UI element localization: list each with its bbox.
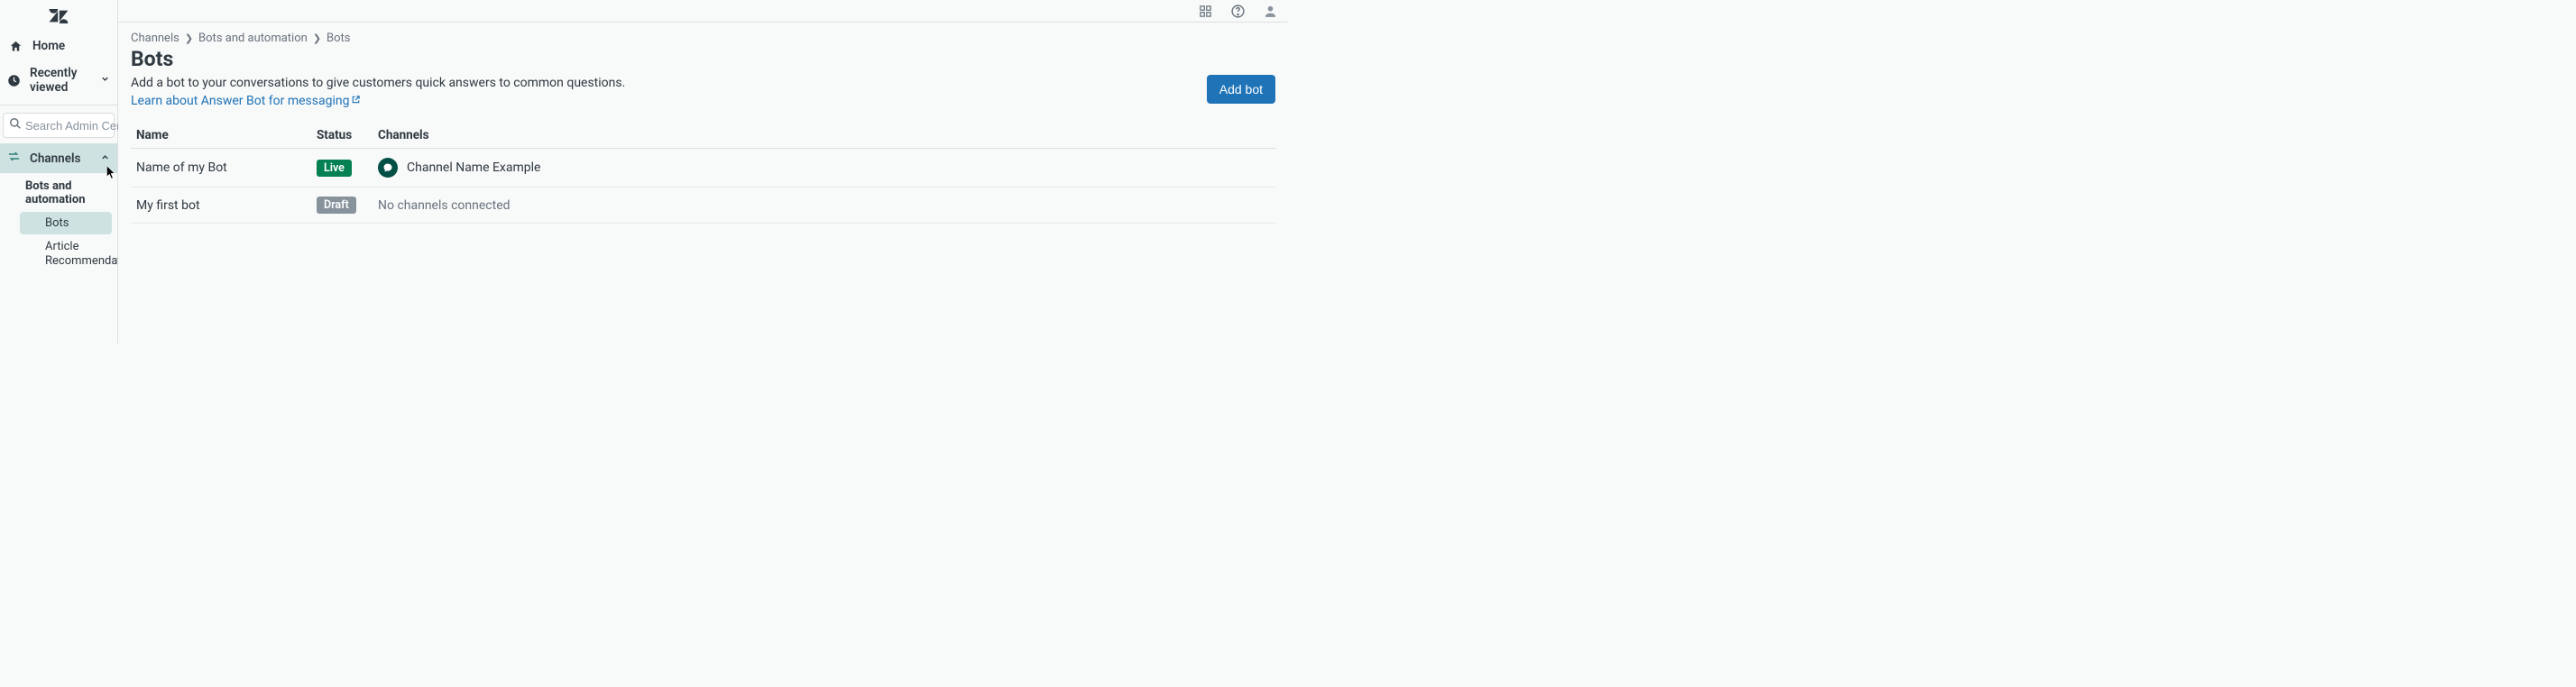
subnav: Bots and automation Bots Article Recomme…: [0, 173, 117, 275]
row-name: Name of my Bot: [131, 160, 317, 175]
table-header: Name Status Channels: [131, 123, 1275, 149]
nav-recent-label: Recently viewed: [30, 66, 91, 95]
chat-icon: [378, 158, 398, 178]
search-box: [3, 113, 115, 138]
zendesk-logo-icon: [49, 9, 69, 23]
home-icon: [7, 40, 23, 53]
table-row[interactable]: Name of my Bot Live Channel Name Example: [131, 149, 1275, 188]
logo: [0, 5, 117, 27]
subnav-heading-bots-automation: Bots and automation: [0, 175, 117, 211]
chevron-down-icon: [100, 73, 110, 87]
breadcrumb: Channels ❯ Bots and automation ❯ Bots: [131, 32, 1275, 45]
desc-text: Add a bot to your conversations to give …: [131, 76, 625, 90]
help-icon[interactable]: [1228, 2, 1247, 20]
nav-home[interactable]: Home: [0, 32, 117, 60]
search-icon: [9, 117, 22, 133]
channel-name: Channel Name Example: [407, 160, 540, 175]
crumb-bots-automation[interactable]: Bots and automation: [198, 32, 308, 45]
clock-icon: [7, 74, 21, 87]
nav-home-label: Home: [32, 39, 65, 53]
topbar: [118, 0, 1288, 23]
status-badge: Live: [317, 160, 352, 177]
no-channels-text: No channels connected: [378, 198, 511, 213]
learn-link[interactable]: Learn about Answer Bot for messaging: [131, 94, 361, 108]
nav-recently-viewed[interactable]: Recently viewed: [0, 60, 117, 101]
col-name: Name: [131, 128, 317, 142]
subnav-item-article-recommendations[interactable]: Article Recommendations: [20, 235, 112, 274]
add-bot-button[interactable]: Add bot: [1207, 75, 1275, 104]
col-status: Status: [317, 128, 378, 142]
chevron-up-icon: [100, 151, 110, 166]
nav-group-channels[interactable]: Channels: [0, 143, 117, 173]
external-link-icon: [351, 93, 361, 111]
main: Channels ❯ Bots and automation ❯ Bots Bo…: [118, 0, 1288, 344]
status-badge: Draft: [317, 197, 356, 214]
crumb-channels[interactable]: Channels: [131, 32, 179, 45]
page-description: Add a bot to your conversations to give …: [131, 75, 636, 110]
bots-table: Name Status Channels Name of my Bot Live…: [131, 123, 1275, 224]
chevron-right-icon: ❯: [313, 32, 321, 44]
nav-group-label: Channels: [30, 151, 80, 166]
row-name: My first bot: [131, 198, 317, 213]
sidebar: Home Recently viewed: [0, 0, 118, 344]
chevron-right-icon: ❯: [185, 32, 193, 44]
page-title: Bots: [131, 47, 1275, 71]
learn-link-text: Learn about Answer Bot for messaging: [131, 94, 349, 108]
crumb-bots[interactable]: Bots: [327, 32, 350, 45]
subnav-item-bots[interactable]: Bots: [20, 212, 112, 234]
content: Channels ❯ Bots and automation ❯ Bots Bo…: [118, 23, 1288, 344]
channels-icon: [7, 150, 21, 167]
apps-icon[interactable]: [1196, 2, 1214, 20]
profile-icon[interactable]: [1261, 2, 1279, 20]
col-channels: Channels: [378, 128, 1275, 142]
table-row[interactable]: My first bot Draft No channels connected: [131, 188, 1275, 224]
